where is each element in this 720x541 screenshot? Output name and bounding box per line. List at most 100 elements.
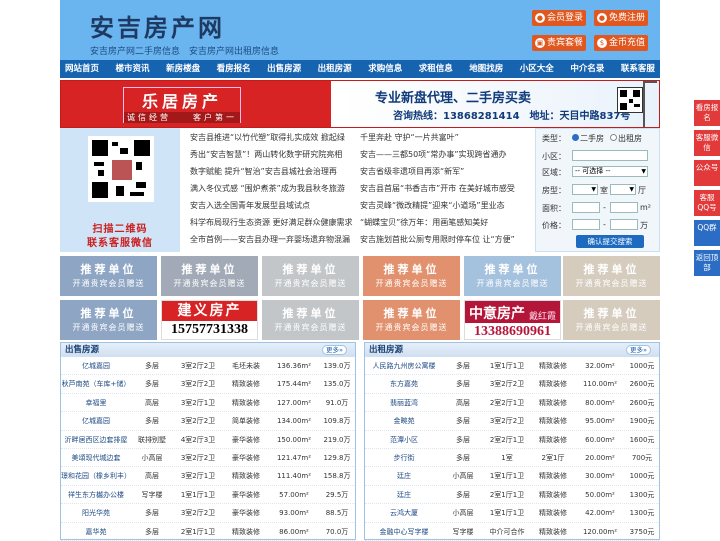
ad-slot[interactable]: 推荐单位 开通贵宾会员赠送 — [60, 256, 157, 296]
table-row[interactable]: 翡丽蓝湾 高层 2室2厅1卫 精致装修 80.00m² 2600元 — [365, 394, 659, 413]
nav-item-new-homes[interactable]: 新房楼盘 — [166, 60, 200, 78]
listing-name[interactable]: 美頌现代城边套 — [61, 449, 131, 466]
size-max-input[interactable] — [610, 202, 638, 213]
listing-name[interactable]: 亿城嘉园 — [61, 412, 131, 429]
listing-name[interactable]: 沂畔居西区边套排屋 — [61, 431, 131, 448]
listing-name[interactable]: 范潭小区 — [365, 431, 443, 448]
news-link[interactable]: 秀出“安吉智慧”！两山转化数字研究院亮相 — [190, 146, 360, 163]
listing-name[interactable]: 廷庄 — [365, 486, 443, 503]
table-row[interactable]: 云鸿大厦 小高层 1室1厅1卫 精致装修 42.00m² 1300元 — [365, 504, 659, 523]
listing-name[interactable]: 秋芦南苑（车库+储） — [61, 375, 131, 392]
ad-zhongyi-agency[interactable]: 中意房产 戴红霞 13388690961 — [464, 300, 561, 340]
sidebar-item[interactable]: 客服微信 — [694, 130, 720, 156]
ad-slot[interactable]: 推荐单位 开通贵宾会员赠送 — [161, 256, 258, 296]
news-link[interactable]: “蝴蝶宝贝”徐万年：用画笔感知美好 — [360, 214, 530, 231]
rent-more-button[interactable]: 更多» — [626, 345, 651, 355]
news-link[interactable]: 安吉施划首批公厕专用限时停车位 让“方便” — [360, 231, 530, 248]
nav-item-communities[interactable]: 小区大全 — [520, 60, 554, 78]
nav-item-contact[interactable]: 联系客服 — [621, 60, 655, 78]
rooms-select[interactable]: ▼ — [572, 184, 598, 195]
listing-name[interactable]: 东方嘉苑 — [365, 375, 443, 392]
table-row[interactable]: 金畹苑 多层 3室2厅2卫 精致装修 95.00m² 1900元 — [365, 412, 659, 431]
news-link[interactable]: 安吉县首届“书香吉市”开市 在美好城市感受 — [360, 180, 530, 197]
listing-name[interactable]: 翡丽蓝湾 — [365, 394, 443, 411]
listing-name[interactable]: 云鸿大厦 — [365, 504, 443, 521]
table-row[interactable]: 美頌现代城边套 小高层 3室2厅2卫 豪华装修 121.47m² 129.8万 — [61, 449, 355, 468]
listing-name[interactable]: 阳光华苑 — [61, 504, 131, 521]
table-row[interactable]: 沂畔居西区边套排屋 联排别墅 4室2厅3卫 豪华装修 150.00m² 219.0万 — [61, 431, 355, 449]
search-submit-button[interactable]: 确认提交搜索 — [576, 235, 644, 248]
type-rental-radio[interactable]: 出租房 — [610, 133, 642, 144]
sale-more-button[interactable]: 更多» — [322, 345, 347, 355]
login-button[interactable]: ● 会员登录 — [532, 10, 586, 26]
listing-name[interactable]: 廷庄 — [365, 467, 443, 484]
listing-name[interactable]: 金融中心写字楼 — [365, 523, 443, 540]
table-row[interactable]: 嘉华苑 多层 2室1厅1卫 精致装修 86.00m² 70.0万 — [61, 523, 355, 541]
ad-jianyi-agency[interactable]: 建义房产 15757731338 — [161, 300, 258, 340]
area-select[interactable]: -- 可选择 -- ▼ — [572, 166, 648, 177]
price-max-input[interactable] — [610, 219, 638, 230]
table-row[interactable]: 人民路九州房公寓楼 多层 1室1厅1卫 精致装修 32.00m² 1000元 — [365, 357, 659, 376]
site-logo[interactable]: 安吉房产网 — [90, 8, 225, 43]
nav-item-home[interactable]: 网站首页 — [65, 60, 99, 78]
table-row[interactable]: 东方嘉苑 多层 3室2厅2卫 精致装修 110.00m² 2600元 — [365, 375, 659, 394]
news-link[interactable]: 安吉灵峰“微改精提”迎来“小道场”里业态 — [360, 197, 530, 214]
ad-slot[interactable]: 推荐单位 开通贵宾会员赠送 — [262, 300, 359, 340]
ad-slot[interactable]: 推荐单位 开通贵宾会员赠送 — [363, 256, 460, 296]
table-row[interactable]: 祥生东方樾办公楼 写字楼 1室1厅1卫 豪华装修 57.00m² 29.5万 — [61, 486, 355, 505]
community-input[interactable] — [572, 150, 648, 161]
news-link[interactable]: 安吉——三都50项“常办事”实现跨省通办 — [360, 146, 530, 163]
listing-name[interactable]: 金畹苑 — [365, 412, 443, 429]
table-row[interactable]: 璟和花园（橡乡利丰） 高层 3室2厅1卫 精致装修 111.40m² 158.8万 — [61, 467, 355, 486]
register-button[interactable]: ● 免费注册 — [594, 10, 648, 26]
listing-name[interactable]: 璟和花园（橡乡利丰） — [61, 467, 131, 484]
size-min-input[interactable] — [572, 202, 600, 213]
listing-name[interactable]: 嘉华苑 — [61, 523, 131, 540]
news-link[interactable]: 数字赋能 提升“智治”安吉县城社会治理再 — [190, 163, 360, 180]
table-row[interactable]: 亿城嘉园 多层 3室2厅2卫 简单装修 134.00m² 109.8万 — [61, 412, 355, 431]
nav-item-want-buy[interactable]: 求购信息 — [368, 60, 402, 78]
table-row[interactable]: 廷庄 小高层 1室1厅1卫 精致装修 30.00m² 1000元 — [365, 467, 659, 486]
sidebar-item[interactable]: 返回顶部 — [694, 250, 720, 276]
news-link[interactable]: 满入冬仪式感 “围炉煮茶”成为我县秋冬旅游 — [190, 180, 360, 197]
ad-slot[interactable]: 推荐单位 开通贵宾会员赠送 — [563, 256, 660, 296]
news-link[interactable]: 安吉入选全国青年发展型县域试点 — [190, 197, 360, 214]
listing-name[interactable]: 亿城嘉园 — [61, 357, 131, 374]
news-link[interactable]: 安吉省级非遗项目再添“新军” — [360, 163, 530, 180]
sidebar-item[interactable]: 看房报名 — [694, 100, 720, 126]
vip-package-button[interactable]: ▣ 贵宾套餐 — [532, 35, 586, 51]
agency-banner[interactable]: 乐居房产 诚信经营 客户第一 专业新盘代理、二手房买卖 咨询热线：1386828… — [60, 80, 660, 128]
nav-item-news[interactable]: 楼市资讯 — [116, 60, 150, 78]
ad-slot[interactable]: 推荐单位 开通贵宾会员赠送 — [60, 300, 157, 340]
table-row[interactable]: 幸福里 高层 3室2厅1卫 精致装修 127.00m² 91.0万 — [61, 394, 355, 413]
type-secondhand-radio[interactable]: 二手房 — [572, 133, 604, 144]
nav-item-for-sale[interactable]: 出售房源 — [267, 60, 301, 78]
sidebar-item[interactable]: 客服QQ号 — [694, 190, 720, 216]
listing-name[interactable]: 幸福里 — [61, 394, 131, 411]
nav-item-agencies[interactable]: 中介名录 — [570, 60, 604, 78]
nav-item-map-search[interactable]: 地图找房 — [469, 60, 503, 78]
sidebar-item[interactable]: 公众号 — [694, 160, 720, 186]
table-row[interactable]: 步行街 多层 1室 2室1厅 20.00m² 700元 — [365, 449, 659, 468]
table-row[interactable]: 廷庄 多层 2室1厅1卫 精致装修 50.00m² 1300元 — [365, 486, 659, 505]
nav-item-viewing-signup[interactable]: 看房报名 — [217, 60, 251, 78]
table-row[interactable]: 秋芦南苑（车库+储） 多层 3室2厅2卫 精致装修 175.44m² 135.0万 — [61, 375, 355, 394]
table-row[interactable]: 阳光华苑 多层 3室2厅2卫 豪华装修 93.00m² 88.5万 — [61, 504, 355, 523]
ad-slot[interactable]: 推荐单位 开通贵宾会员赠送 — [563, 300, 660, 340]
nav-item-want-rent[interactable]: 求租信息 — [419, 60, 453, 78]
listing-name[interactable]: 祥生东方樾办公楼 — [61, 486, 131, 503]
listing-name[interactable]: 步行街 — [365, 449, 443, 466]
listing-name[interactable]: 人民路九州房公寓楼 — [365, 357, 443, 374]
nav-item-for-rent[interactable]: 出租房源 — [318, 60, 352, 78]
coin-recharge-button[interactable]: $ 金币充值 — [594, 35, 648, 51]
news-link[interactable]: 全市首例——安吉县办理一弃婴场遗弃物混漏 — [190, 231, 360, 248]
table-row[interactable]: 亿城嘉园 多层 3室2厅2卫 毛坯未装 136.36m² 139.0万 — [61, 357, 355, 376]
ad-slot[interactable]: 推荐单位 开通贵宾会员赠送 — [262, 256, 359, 296]
halls-select[interactable]: ▼ — [610, 184, 636, 195]
table-row[interactable]: 金融中心写字楼 写字楼 中介可合作 精致装修 120.00m² 3750元 — [365, 523, 659, 541]
ad-slot[interactable]: 推荐单位 开通贵宾会员赠送 — [363, 300, 460, 340]
price-min-input[interactable] — [572, 219, 600, 230]
ad-slot[interactable]: 推荐单位 开通贵宾会员赠送 — [464, 256, 561, 296]
news-link[interactable]: 安吉县推进“以竹代塑”取得扎实成效 掀起绿 — [190, 129, 360, 146]
news-link[interactable]: 千里奔赴 守护“一片共富叶” — [360, 129, 530, 146]
